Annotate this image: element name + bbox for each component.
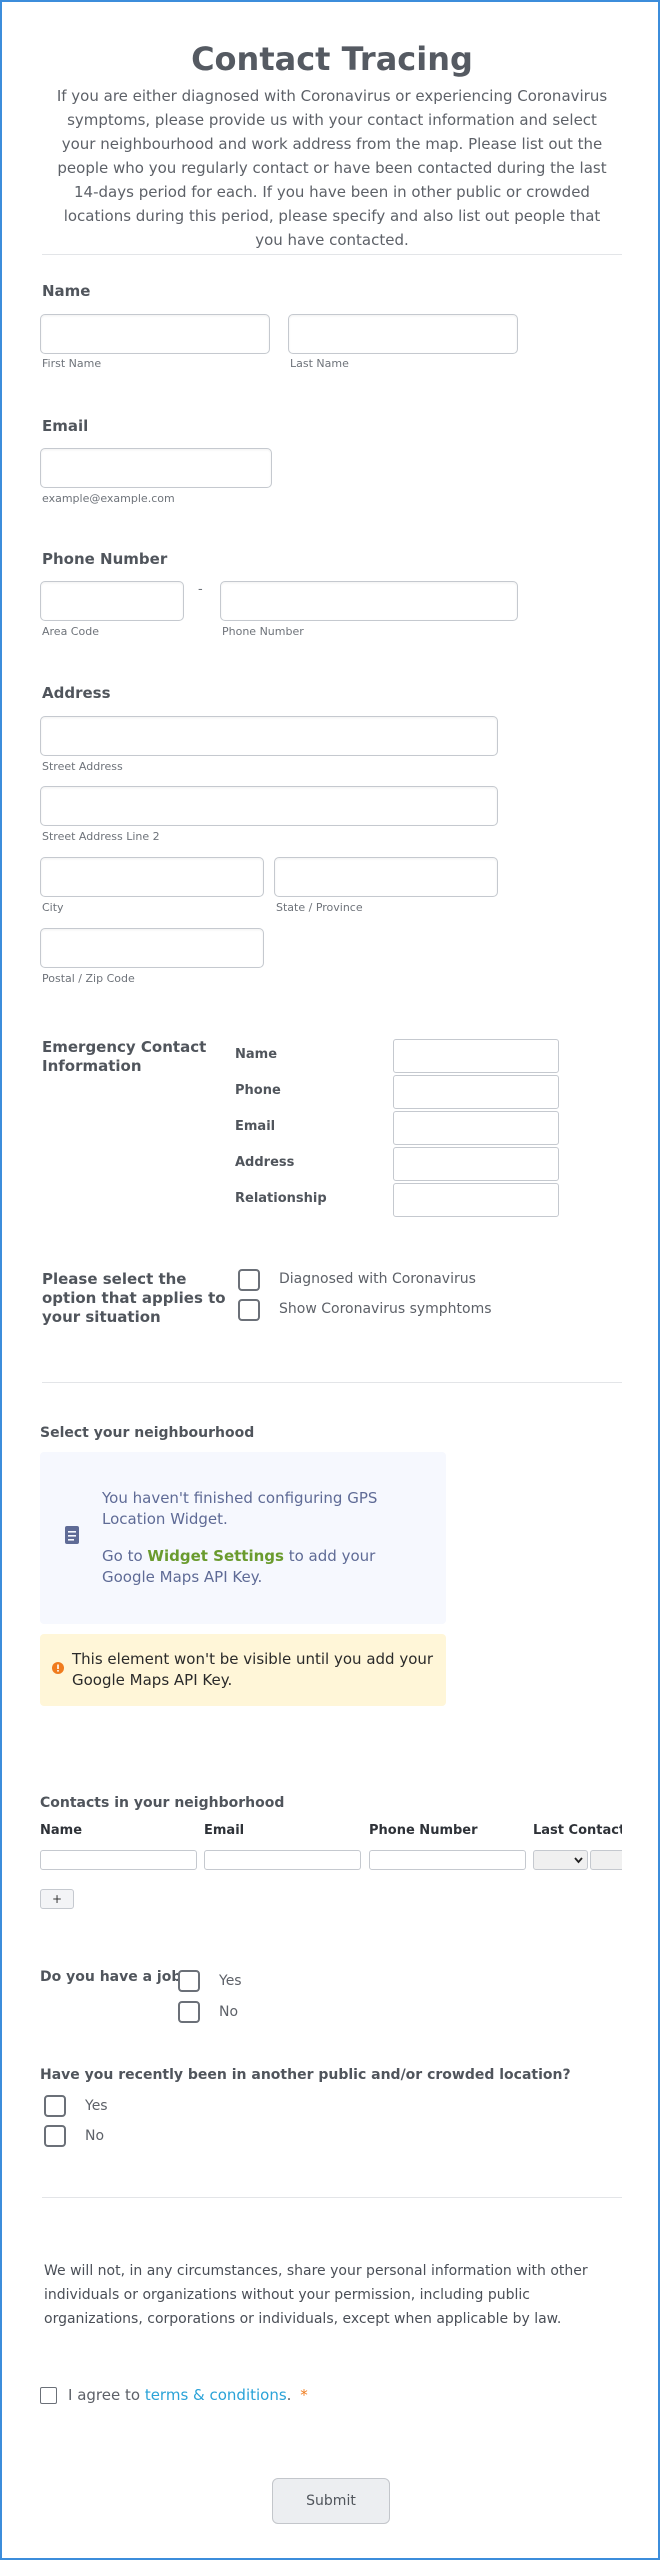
col-header-email: Email [204,1823,245,1838]
contact-phone-input[interactable] [369,1850,526,1870]
widget-settings-link[interactable]: Widget Settings [147,1547,284,1565]
area-code-sublabel: Area Code [42,625,99,638]
street-address-2-input[interactable] [40,786,498,826]
api-key-warning: This element won't be visible until you … [40,1634,446,1706]
postal-code-sublabel: Postal / Zip Code [42,972,135,985]
email-hint: example@example.com [42,492,175,505]
chevron-down-icon [574,1857,583,1864]
terms-checkbox[interactable] [40,2387,57,2404]
neighbourhood-label: Select your neighbourhood [40,1425,255,1441]
street-address-input[interactable] [40,716,498,756]
phone-number-sublabel: Phone Number [222,625,304,638]
crowded-yes-label: Yes [85,2098,108,2114]
state-input[interactable] [274,857,498,897]
contacts-label: Contacts in your neighborhood [40,1795,285,1811]
ec-relationship-input[interactable] [393,1183,559,1217]
privacy-statement: We will not, in any circumstances, share… [44,2263,588,2327]
symptoms-checkbox[interactable] [238,1299,260,1321]
name-label: Name [42,282,91,300]
symptoms-option-label: Show Coronavirus symphtoms [279,1301,492,1317]
emergency-contact-label: Emergency Contact Information [42,1038,207,1075]
col-header-last-contact: Last Contact Date [533,1823,622,1838]
phone-number-input[interactable] [220,581,518,621]
crowded-no-label: No [85,2128,105,2144]
ec-name-label: Name [235,1047,278,1062]
widget-settings-message: Go to Widget Settings to add your Google… [102,1546,432,1588]
divider [42,2197,622,2198]
ec-phone-label: Phone [235,1083,281,1098]
warning-icon [52,1662,64,1674]
ec-relationship-label: Relationship [235,1191,327,1206]
ec-email-label: Email [235,1119,276,1134]
last-contact-select[interactable] [533,1850,588,1870]
crowded-no-checkbox[interactable] [44,2125,66,2147]
col-header-phone: Phone Number [369,1823,478,1838]
email-input[interactable] [40,448,272,488]
last-name-input[interactable] [288,314,518,354]
widget-config-message: You haven't finished configuring GPS Loc… [102,1489,378,1528]
contact-email-input[interactable] [204,1850,361,1870]
job-no-checkbox[interactable] [178,2001,200,2023]
terms-prefix: I agree to [68,2386,141,2404]
go-to-text: Go to [102,1547,143,1565]
submit-button[interactable]: Submit [272,2478,390,2524]
street-address-2-sublabel: Street Address Line 2 [42,830,160,843]
contacts-table: Name Email Phone Number Last Contact Dat… [40,1820,622,1874]
form-intro: If you are either diagnosed with Coronav… [56,87,608,249]
crowded-yes-checkbox[interactable] [44,2095,66,2117]
email-label: Email [42,417,89,435]
divider [42,1382,622,1383]
address-label: Address [42,684,111,702]
terms-suffix: . [286,2386,292,2404]
ec-phone-input[interactable] [393,1075,559,1109]
phone-dash: - [198,582,203,597]
warning-text: This element won't be visible until you … [72,1650,434,1689]
crowded-label: Have you recently been in another public… [40,2067,571,2083]
last-name-sublabel: Last Name [290,357,349,370]
col-header-name: Name [40,1823,83,1838]
ec-email-input[interactable] [393,1111,559,1145]
first-name-sublabel: First Name [42,357,102,370]
form-title: Contact Tracing [191,40,473,78]
diagnosed-option-label: Diagnosed with Coronavirus [279,1271,476,1287]
form-frame: Contact Tracing If you are either diagno… [0,0,660,2560]
ec-address-input[interactable] [393,1147,559,1181]
document-icon [65,1526,79,1544]
city-input[interactable] [40,857,264,897]
divider [42,254,622,255]
add-row-button[interactable]: + [40,1889,74,1909]
job-yes-checkbox[interactable] [178,1970,200,1992]
phone-label: Phone Number [42,550,168,568]
last-contact-select-2[interactable] [590,1850,622,1870]
city-sublabel: City [42,901,64,914]
state-sublabel: State / Province [276,901,363,914]
job-label: Do you have a job? [40,1969,190,1985]
terms-label: I agree to terms & conditions. * [68,2386,308,2404]
postal-code-input[interactable] [40,928,264,968]
gps-widget-box: You haven't finished configuring GPS Loc… [40,1452,446,1624]
ec-address-label: Address [235,1155,295,1170]
required-asterisk: * [300,2386,308,2404]
ec-name-input[interactable] [393,1039,559,1073]
area-code-input[interactable] [40,581,184,621]
job-no-label: No [219,2004,239,2020]
terms-link[interactable]: terms & conditions [145,2386,287,2404]
job-yes-label: Yes [219,1973,242,1989]
street-address-sublabel: Street Address [42,760,123,773]
diagnosed-checkbox[interactable] [238,1269,260,1291]
first-name-input[interactable] [40,314,270,354]
situation-label: Please select the option that applies to… [42,1270,226,1326]
contact-name-input[interactable] [40,1850,197,1870]
